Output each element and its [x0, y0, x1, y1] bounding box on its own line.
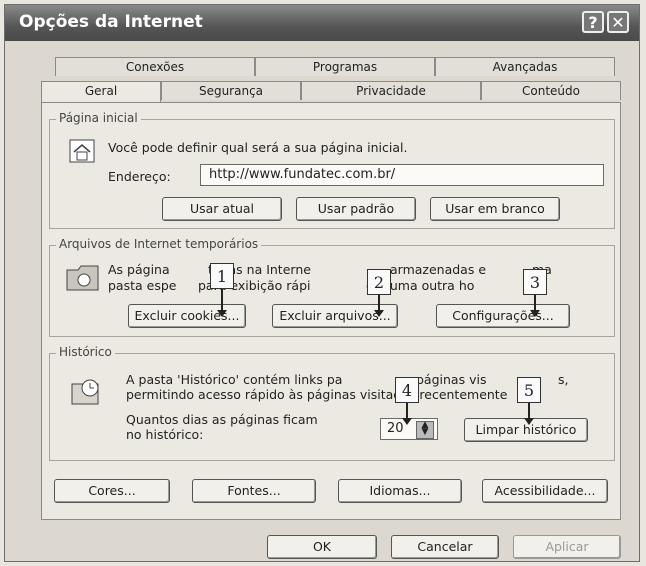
callout-arrow-4-head: [402, 418, 412, 425]
callout-marker-5: 5: [517, 377, 541, 403]
callout-arrow-1-line: [221, 289, 223, 311]
title-bar[interactable]: Opções da Internet ? ✕: [5, 5, 639, 41]
days-label-1: Quantos dias as páginas ficam: [126, 412, 318, 427]
accessibility-button[interactable]: Acessibilidade...: [482, 479, 608, 503]
delete-cookies-button[interactable]: Excluir cookies...: [128, 304, 246, 328]
home-page-description: Você pode definir qual será a sua página…: [108, 140, 408, 155]
temp-desc-1a: As página: [108, 262, 170, 277]
apply-button[interactable]: Aplicar: [513, 535, 621, 559]
history-group: Histórico A pasta 'Histórico' contém lin…: [49, 345, 615, 461]
folder-icon: [66, 265, 99, 291]
history-desc-2: permitindo acesso rápido às páginas visi…: [126, 387, 508, 402]
callout-arrow-4-line: [406, 403, 408, 419]
tab-conteudo[interactable]: Conteúdo: [481, 81, 621, 100]
address-input[interactable]: http://www.fundatec.com.br/: [200, 164, 604, 186]
colors-button[interactable]: Cores...: [54, 479, 170, 503]
temp-files-group-label: Arquivos de Internet temporários: [56, 237, 262, 251]
close-button[interactable]: ✕: [607, 11, 629, 33]
temp-desc-1c: armazenadas e: [390, 262, 487, 277]
home-page-group: Página inicial Você pode definir qual se…: [49, 111, 615, 229]
callout-marker-1: 1: [210, 263, 234, 289]
temp-desc-2a: pasta espe: [108, 278, 177, 293]
tab-conexoes[interactable]: Conexões: [55, 57, 255, 76]
callout-arrow-1-head: [217, 310, 227, 317]
spinner-arrows-icon[interactable]: ▲ ▼: [416, 421, 434, 439]
callout-arrow-5-head: [524, 418, 534, 425]
tab-seguranca[interactable]: Segurança: [161, 81, 301, 100]
days-label-2: no histórico:: [126, 427, 204, 442]
use-default-button[interactable]: Usar padrão: [296, 197, 416, 221]
tab-privacidade[interactable]: Privacidade: [301, 81, 481, 100]
callout-arrow-2-head: [374, 310, 384, 317]
history-desc-1c: s,: [558, 372, 569, 387]
history-desc-1b: páginas vis: [416, 372, 487, 387]
callout-arrow-5-line: [528, 403, 530, 419]
house-icon: [69, 139, 95, 163]
callout-arrow-3-line: [534, 295, 536, 311]
history-desc-1a: A pasta 'Histórico' contém links pa: [126, 372, 343, 387]
ok-button[interactable]: OK: [267, 535, 377, 559]
tab-programas[interactable]: Programas: [255, 57, 435, 76]
use-blank-button[interactable]: Usar em branco: [430, 197, 560, 221]
history-icon: [71, 379, 99, 405]
fonts-button[interactable]: Fontes...: [192, 479, 316, 503]
window-title: Opções da Internet: [19, 12, 203, 32]
callout-arrow-2-line: [378, 295, 380, 311]
history-group-label: Histórico: [56, 345, 115, 359]
callout-arrow-3-head: [530, 310, 540, 317]
use-current-button[interactable]: Usar atual: [162, 197, 282, 221]
address-label: Endereço:: [108, 169, 171, 184]
help-button[interactable]: ?: [582, 11, 604, 33]
callout-marker-4: 4: [395, 377, 419, 403]
tab-geral[interactable]: Geral: [41, 81, 161, 103]
tab-avancadas[interactable]: Avançadas: [435, 57, 615, 76]
settings-button[interactable]: Configurações...: [436, 304, 570, 328]
callout-marker-3: 3: [523, 269, 547, 295]
home-page-group-label: Página inicial: [56, 111, 141, 125]
languages-button[interactable]: Idiomas...: [338, 479, 462, 503]
cancel-button[interactable]: Cancelar: [391, 535, 499, 559]
callout-marker-2: 2: [367, 269, 391, 295]
internet-options-dialog: Opções da Internet ? ✕ Conexões Programa…: [4, 4, 640, 562]
